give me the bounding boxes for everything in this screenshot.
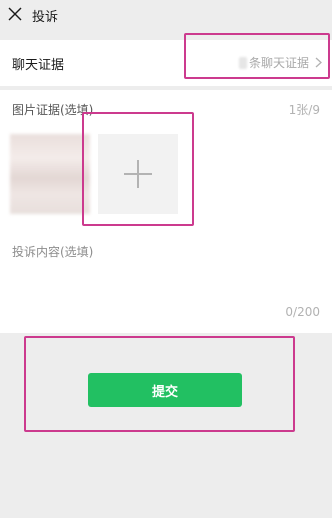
- highlight-box-add-image: [82, 112, 194, 226]
- image-evidence-count: 1张/9: [288, 103, 320, 117]
- complaint-content-input[interactable]: 投诉内容(选填): [12, 243, 93, 260]
- content-char-count: 0/200: [285, 305, 320, 319]
- chat-evidence-label: 聊天证据: [12, 58, 65, 73]
- page-title: 投诉: [32, 10, 59, 25]
- close-icon[interactable]: [8, 7, 22, 21]
- highlight-box-submit: [24, 336, 295, 432]
- top-bar: 投诉: [0, 0, 332, 32]
- evidence-image-thumbnail[interactable]: [10, 134, 90, 214]
- highlight-box-chat-evidence: [184, 33, 330, 79]
